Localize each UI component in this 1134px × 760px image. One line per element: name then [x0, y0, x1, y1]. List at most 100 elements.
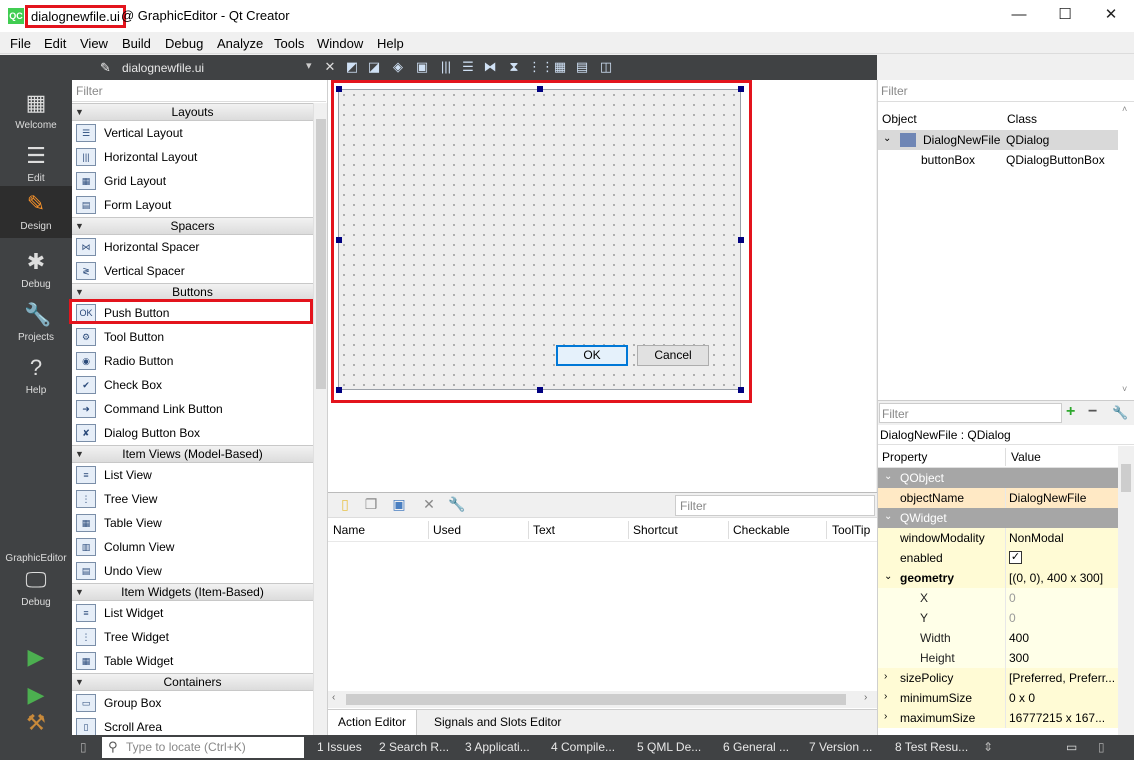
enabled-checkbox[interactable]: ✓ [1009, 551, 1022, 564]
caret-icon[interactable]: › [884, 691, 887, 702]
widget-horizontal-layout[interactable]: ||| Horizontal Layout [72, 145, 313, 169]
widget-command-link-button[interactable]: ➜ Command Link Button [72, 397, 313, 421]
progress-details-icon[interactable]: ▭ [1066, 740, 1077, 754]
column-value[interactable]: Value [1011, 450, 1041, 464]
widget-filter-input[interactable]: Filter [72, 80, 326, 102]
menu-build[interactable]: Build [122, 36, 151, 51]
pane-version-control[interactable]: 7 Version ... [809, 740, 872, 754]
widget-vertical-layout[interactable]: ☰ Vertical Layout [72, 121, 313, 145]
scroll-left-icon[interactable]: ‹ [332, 692, 335, 703]
column-property[interactable]: Property [882, 450, 927, 464]
break-layout-icon[interactable]: ▤ [574, 59, 590, 75]
locator-input[interactable]: ⚲ Type to locate (Ctrl+K) [102, 737, 304, 758]
scroll-right-icon[interactable]: › [864, 692, 867, 703]
property-value[interactable]: [(0, 0), 400 x 300] [1009, 571, 1117, 585]
property-value[interactable]: DialogNewFile [1009, 491, 1117, 505]
menu-analyze[interactable]: Analyze [217, 36, 263, 51]
property-value[interactable]: [Preferred, Preferr... [1009, 671, 1117, 685]
pane-general-messages[interactable]: 6 General ... [723, 740, 789, 754]
object-row[interactable]: buttonBox QDialogButtonBox [878, 150, 1118, 170]
property-value[interactable]: 400 [1009, 631, 1117, 645]
pane-compile-output[interactable]: 4 Compile... [551, 740, 615, 754]
pane-chooser-icon[interactable]: ⇕ [983, 740, 993, 754]
maximize-button[interactable]: ☐ [1042, 0, 1088, 32]
split-horizontal-icon[interactable]: ⧓ [482, 59, 498, 75]
widget-check-box[interactable]: ✔ Check Box [72, 373, 313, 397]
property-group-row[interactable]: ⌄ QObject [878, 468, 1118, 488]
widget-horizontal-spacer[interactable]: ⋈ Horizontal Spacer [72, 235, 313, 259]
pane-test-results[interactable]: 8 Test Resu... [895, 740, 968, 754]
configure-icon[interactable]: 🔧 [1112, 405, 1128, 421]
object-filter-input[interactable]: Filter [878, 80, 1134, 102]
split-vertical-icon[interactable]: ⧗ [506, 59, 522, 75]
property-value[interactable]: 300 [1009, 651, 1117, 665]
debug-run-button[interactable]: ▶ [0, 677, 72, 707]
property-scrollbar[interactable] [1118, 446, 1134, 735]
property-value[interactable]: 0 [1009, 611, 1117, 625]
property-row[interactable]: › minimumSize 0 x 0 [878, 688, 1118, 708]
property-value[interactable]: NonModal [1009, 531, 1117, 545]
mode-design[interactable]: ✎ Design [0, 186, 72, 238]
remove-property-icon[interactable]: − [1088, 403, 1097, 421]
property-row[interactable]: Y0 [878, 608, 1118, 628]
property-row[interactable]: enabled ✓ [878, 548, 1118, 568]
category-containers[interactable]: ▼ Containers [72, 673, 313, 691]
widget-list-widget[interactable]: ≡ List Widget [72, 601, 313, 625]
menu-tools[interactable]: Tools [274, 36, 304, 51]
tab-action-editor[interactable]: Action Editor [328, 710, 418, 736]
caret-icon[interactable]: › [884, 711, 887, 722]
caret-down-icon[interactable]: ⌄ [883, 133, 891, 144]
delete-icon[interactable]: ✕ [420, 496, 438, 514]
property-value[interactable]: 0 [1009, 591, 1117, 605]
menu-help[interactable]: Help [377, 36, 404, 51]
layout-form-icon[interactable]: ⋮⋮ [528, 59, 554, 75]
mode-welcome[interactable]: ▦ Welcome [0, 85, 72, 137]
mode-help[interactable]: ? Help [0, 350, 72, 402]
adjust-size-icon[interactable]: ◫ [598, 59, 614, 75]
widget-vertical-spacer[interactable]: ≷ Vertical Spacer [72, 259, 313, 283]
property-row[interactable]: › maximumSize 16777215 x 167... [878, 708, 1118, 728]
pane-issues[interactable]: 1 Issues [317, 740, 362, 754]
property-row[interactable]: › sizePolicy [Preferred, Preferr... [878, 668, 1118, 688]
column-checkable[interactable]: Checkable [733, 523, 790, 537]
widget-undo-view[interactable]: ▤ Undo View [72, 559, 313, 583]
action-filter-input[interactable]: Filter [675, 495, 875, 516]
minimize-button[interactable]: — [996, 0, 1042, 32]
widget-list-view[interactable]: ≡ List View [72, 463, 313, 487]
property-row[interactable]: Width 400 [878, 628, 1118, 648]
property-row[interactable]: Height 300 [878, 648, 1118, 668]
chevron-down-icon[interactable]: ▾ [306, 59, 312, 72]
category-spacers[interactable]: ▼ Spacers [72, 217, 313, 235]
column-shortcut[interactable]: Shortcut [633, 523, 678, 537]
menu-edit[interactable]: Edit [44, 36, 66, 51]
property-filter-input[interactable]: Filter [879, 403, 1062, 423]
column-used[interactable]: Used [433, 523, 461, 537]
tab-signals-slots-editor[interactable]: Signals and Slots Editor [424, 710, 571, 736]
menu-debug[interactable]: Debug [165, 36, 203, 51]
caret-icon[interactable]: › [884, 671, 887, 682]
category-item-views[interactable]: ▼ Item Views (Model-Based) [72, 445, 313, 463]
scroll-down-icon[interactable]: ˅ [1122, 384, 1127, 394]
column-class[interactable]: Class [1007, 112, 1037, 126]
scrollbar-thumb[interactable] [346, 694, 846, 705]
menu-file[interactable]: File [10, 36, 31, 51]
widget-tool-button[interactable]: ⚙ Tool Button [72, 325, 313, 349]
edit-tab-order-icon[interactable]: ▣ [414, 59, 430, 75]
paste-icon[interactable]: ▣ [390, 496, 408, 514]
pane-application-output[interactable]: 3 Applicati... [465, 740, 530, 754]
widget-tree-view[interactable]: ⋮ Tree View [72, 487, 313, 511]
caret-icon[interactable]: ⌄ [884, 511, 892, 522]
widget-tree-widget[interactable]: ⋮ Tree Widget [72, 625, 313, 649]
edit-widgets-icon[interactable]: ◩ [344, 59, 360, 75]
widget-table-widget[interactable]: ▦ Table Widget [72, 649, 313, 673]
action-horizontal-scrollbar[interactable]: ‹ › [328, 691, 877, 708]
pane-qml-debugger[interactable]: 5 QML De... [637, 740, 701, 754]
widget-form-layout[interactable]: ▤ Form Layout [72, 193, 313, 217]
widget-column-view[interactable]: ▥ Column View [72, 535, 313, 559]
property-row[interactable]: ⌄ geometry [(0, 0), 400 x 300] [878, 568, 1118, 588]
widget-box-scrollbar[interactable] [313, 103, 327, 735]
pane-search-results[interactable]: 2 Search R... [379, 740, 449, 754]
menu-view[interactable]: View [80, 36, 108, 51]
caret-icon[interactable]: ⌄ [884, 471, 892, 482]
category-item-widgets[interactable]: ▼ Item Widgets (Item-Based) [72, 583, 313, 601]
